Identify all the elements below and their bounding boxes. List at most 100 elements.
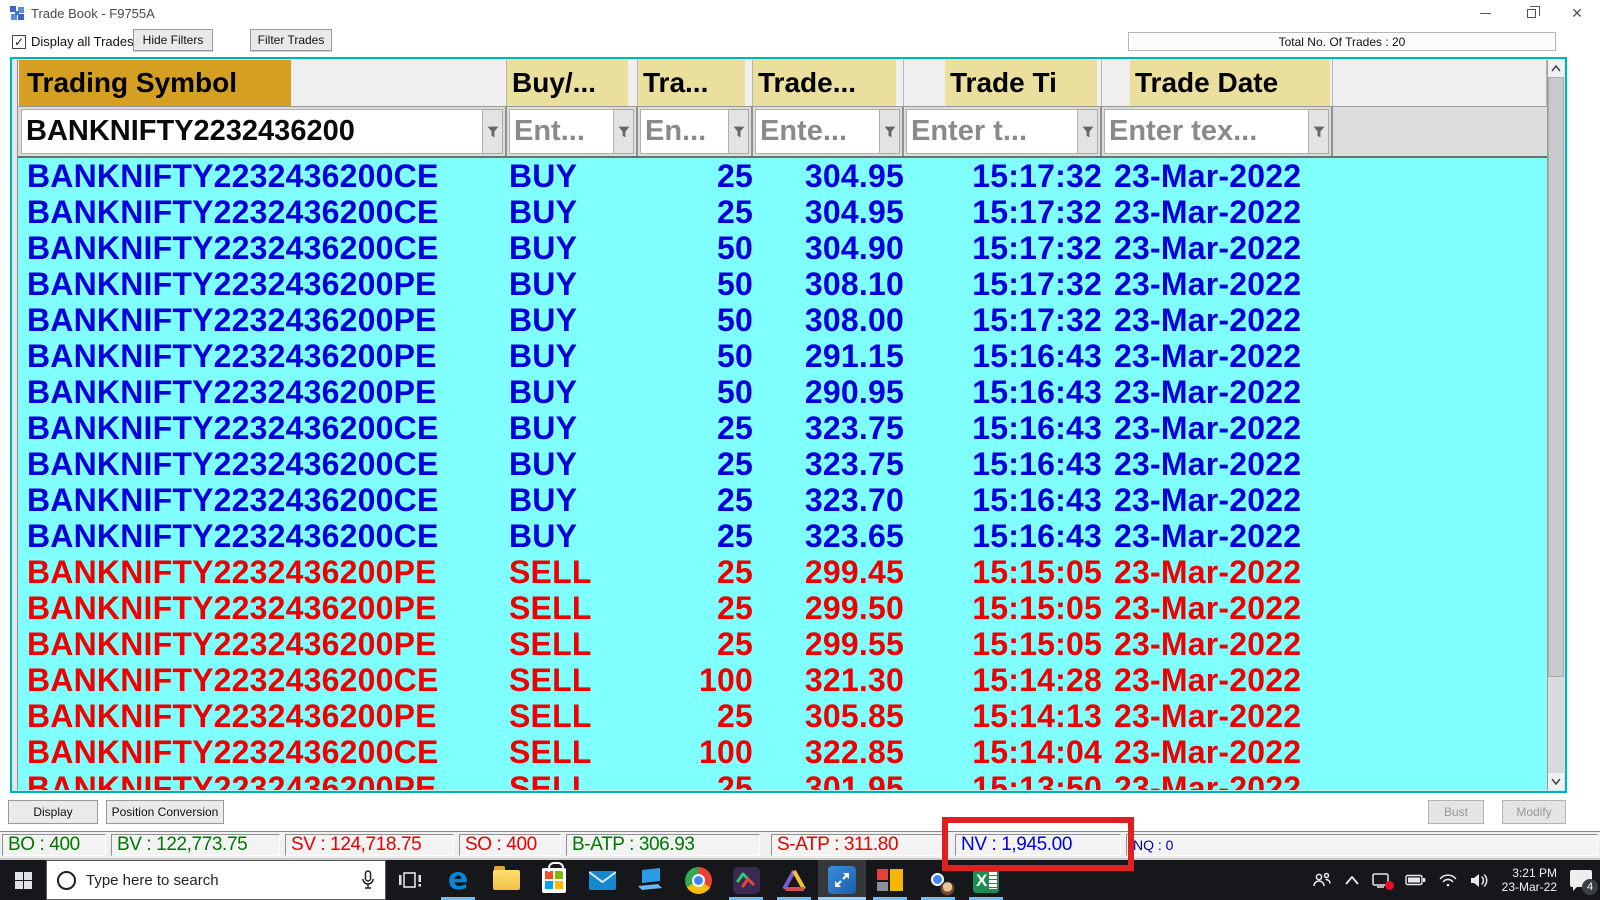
cell-side: BUY (509, 301, 578, 338)
trading-triangle-app-icon[interactable] (770, 860, 818, 900)
pc-remote-icon[interactable] (626, 860, 674, 900)
funnel-icon[interactable] (729, 109, 749, 154)
battery-icon[interactable] (1404, 874, 1426, 886)
table-row[interactable]: BANKNIFTY2232436200PE SELL 25 301.95 15:… (19, 770, 1547, 791)
table-row[interactable]: BANKNIFTY2232436200CE BUY 25 323.70 15:1… (19, 482, 1547, 518)
excel-icon[interactable]: X (962, 860, 1010, 900)
taskbar-search[interactable]: Type here to search (46, 860, 386, 900)
filter-row (13, 107, 1547, 158)
cell-date: 23-Mar-2022 (1114, 625, 1302, 662)
cortana-icon (57, 870, 76, 890)
position-conversion-button[interactable]: Position Conversion (106, 800, 224, 824)
screen-alert-icon[interactable] (1371, 872, 1394, 890)
display-all-trades-checkbox[interactable]: ✓ Display all Trades (12, 34, 134, 49)
table-row[interactable]: BANKNIFTY2232436200PE BUY 50 291.15 15:1… (19, 338, 1547, 374)
chrome-profile-icon[interactable] (914, 860, 962, 900)
header-trade-price[interactable]: Trade... (753, 60, 904, 106)
cell-price: 308.10 (804, 265, 904, 302)
funnel-icon[interactable] (483, 109, 503, 154)
cell-date: 23-Mar-2022 (1114, 697, 1302, 734)
header-buy-sell[interactable]: Buy/... (507, 60, 638, 106)
microphone-icon[interactable] (361, 870, 375, 890)
table-row[interactable]: BANKNIFTY2232436200PE SELL 25 299.45 15:… (19, 554, 1547, 590)
table-row[interactable]: BANKNIFTY2232436200PE BUY 50 290.95 15:1… (19, 374, 1547, 410)
table-row[interactable]: BANKNIFTY2232436200CE BUY 25 323.75 15:1… (19, 446, 1547, 482)
mail-icon[interactable] (578, 860, 626, 900)
edge-icon[interactable]: e (434, 860, 482, 900)
table-row[interactable]: BANKNIFTY2232436200PE SELL 25 305.85 15:… (19, 698, 1547, 734)
system-tray: 3:21 PM 23-Mar-22 4 (1312, 866, 1600, 895)
cell-side: SELL (509, 625, 592, 662)
bust-button[interactable]: Bust (1428, 800, 1484, 824)
table-row[interactable]: BANKNIFTY2232436200PE BUY 50 308.10 15:1… (19, 266, 1547, 302)
qty-filter-input[interactable] (640, 109, 729, 154)
chrome-icon[interactable] (674, 860, 722, 900)
total-trades-box: Total No. Of Trades : 20 (1128, 32, 1556, 51)
window-title: Trade Book - F9755A (31, 5, 155, 21)
table-row[interactable]: BANKNIFTY2232436200CE BUY 25 304.95 15:1… (19, 194, 1547, 230)
toolbar: ✓ Display all Trades Hide Filters Filter… (0, 26, 1600, 57)
cell-side: BUY (509, 158, 578, 194)
trade-book-grid: Trading Symbol Buy/... Tra... Trade... T… (10, 57, 1567, 793)
filter-trades-button[interactable]: Filter Trades (250, 29, 332, 51)
people-icon[interactable] (1312, 872, 1332, 888)
checkbox-checked-icon[interactable]: ✓ (12, 34, 26, 49)
app-puzzle-icon (10, 6, 24, 20)
filter-filler (1333, 107, 1547, 156)
trade-terminal-active-icon[interactable] (818, 860, 866, 900)
cell-symbol: BANKNIFTY2232436200CE (27, 193, 439, 230)
clock-date: 23-Mar-22 (1501, 880, 1557, 894)
table-row[interactable]: BANKNIFTY2232436200CE SELL 100 322.85 15… (19, 734, 1547, 770)
date-filter-input[interactable] (1104, 109, 1309, 154)
table-row[interactable]: BANKNIFTY2232436200PE SELL 25 299.50 15:… (19, 590, 1547, 626)
taskbar-clock[interactable]: 3:21 PM 23-Mar-22 (1502, 866, 1557, 894)
funnel-icon[interactable] (1309, 109, 1329, 154)
modify-button[interactable]: Modify (1502, 800, 1566, 824)
table-row[interactable]: BANKNIFTY2232436200CE BUY 50 304.90 15:1… (19, 230, 1547, 266)
scrollbar-thumb[interactable] (1548, 77, 1564, 677)
table-row[interactable]: BANKNIFTY2232436200PE SELL 25 299.55 15:… (19, 626, 1547, 662)
side-filter-input[interactable] (509, 109, 614, 154)
table-row[interactable]: BANKNIFTY2232436200PE BUY 50 308.00 15:1… (19, 302, 1547, 338)
cell-qty: 50 (717, 337, 753, 374)
display-button[interactable]: Display (8, 800, 98, 824)
chevron-up-icon[interactable] (1344, 875, 1359, 885)
vertical-scrollbar[interactable] (1547, 60, 1564, 790)
scroll-down-icon[interactable] (1548, 773, 1564, 790)
trade-rows: BANKNIFTY2232436200CE BUY 25 304.95 15:1… (13, 158, 1547, 790)
funnel-icon[interactable] (1078, 109, 1098, 154)
cell-price: 290.95 (804, 373, 904, 410)
task-view-icon[interactable] (386, 860, 434, 900)
header-trading-symbol[interactable]: Trading Symbol (19, 60, 507, 106)
cell-date: 23-Mar-2022 (1114, 193, 1302, 230)
action-bar: Display Position Conversion Bust Modify (0, 795, 1600, 831)
funnel-icon[interactable] (614, 109, 634, 154)
minimize-button[interactable] (1462, 0, 1508, 26)
hide-filters-button[interactable]: Hide Filters (133, 29, 213, 51)
start-button[interactable] (0, 860, 46, 900)
header-trade-time[interactable]: Trade Ti (904, 60, 1102, 106)
header-trade-qty[interactable]: Tra... (638, 60, 753, 106)
volume-icon[interactable] (1470, 873, 1489, 888)
close-button[interactable]: ✕ (1554, 0, 1600, 26)
wifi-icon[interactable] (1439, 873, 1457, 887)
cell-symbol: BANKNIFTY2232436200CE (27, 229, 439, 266)
scroll-up-icon[interactable] (1548, 60, 1564, 77)
file-explorer-icon[interactable] (482, 860, 530, 900)
table-row[interactable]: BANKNIFTY2232436200CE BUY 25 323.65 15:1… (19, 518, 1547, 554)
table-row[interactable]: BANKNIFTY2232436200CE BUY 25 304.95 15:1… (19, 158, 1547, 194)
price-filter-input[interactable] (755, 109, 880, 154)
table-row[interactable]: BANKNIFTY2232436200CE SELL 100 321.30 15… (19, 662, 1547, 698)
funnel-icon[interactable] (880, 109, 900, 154)
notifications-icon[interactable]: 4 (1570, 869, 1598, 895)
markets-app-icon[interactable] (722, 860, 770, 900)
cell-price: 323.75 (804, 445, 904, 482)
tiles-app-icon[interactable] (866, 860, 914, 900)
table-row[interactable]: BANKNIFTY2232436200CE BUY 25 323.75 15:1… (19, 410, 1547, 446)
header-trade-date[interactable]: Trade Date (1102, 60, 1333, 106)
time-filter-input[interactable] (906, 109, 1078, 154)
symbol-filter-input[interactable] (21, 109, 483, 154)
restore-button[interactable] (1508, 0, 1554, 26)
cell-date: 23-Mar-2022 (1114, 481, 1302, 518)
store-icon[interactable] (530, 860, 578, 900)
